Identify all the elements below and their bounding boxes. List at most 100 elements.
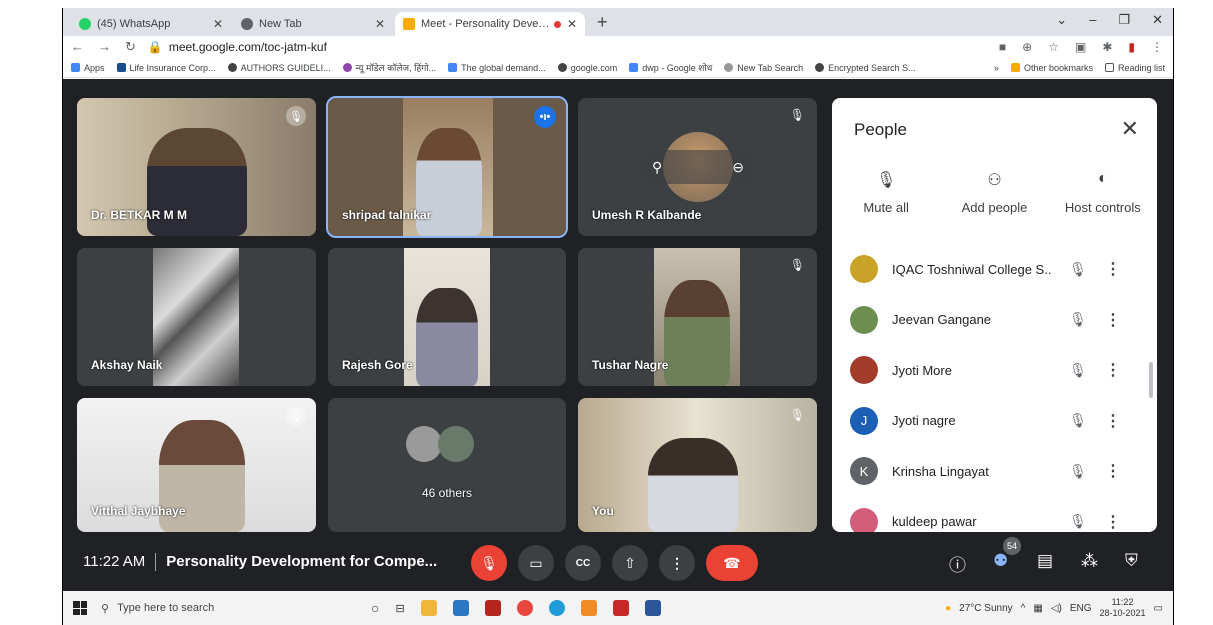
profile-icon[interactable]: ▮ xyxy=(1128,40,1135,54)
weather-text[interactable]: 27°C Sunny xyxy=(959,603,1012,614)
list-item[interactable]: Jeevan Gangane 🎙 ⋮ xyxy=(832,295,1157,346)
host-controls-icon[interactable]: ⛨ xyxy=(1125,551,1138,571)
cortana-icon[interactable]: ○ xyxy=(371,600,379,616)
muted-mic-icon[interactable]: 🎙 xyxy=(1058,513,1098,530)
tray-chevron-icon[interactable]: ^ xyxy=(1021,603,1026,614)
chrome-icon[interactable] xyxy=(516,600,533,616)
menu-icon[interactable]: ⋮ xyxy=(1151,40,1163,54)
recording-icon xyxy=(553,20,561,28)
bookmark-item[interactable]: Life Insurance Corp... xyxy=(116,63,216,73)
bookmark-item[interactable]: AUTHORS GUIDELI... xyxy=(227,63,331,73)
star-icon[interactable]: ☆ xyxy=(1048,40,1059,54)
taskbar-search[interactable]: ⚲ Type here to search xyxy=(101,602,351,615)
muted-mic-icon[interactable]: 🎙 xyxy=(1058,463,1098,480)
mute-all-button[interactable]: 🎙 Mute all xyxy=(832,170,940,215)
participant-tile[interactable]: Akshay Naik xyxy=(77,248,316,386)
back-icon[interactable]: ← xyxy=(71,39,84,55)
bookmark-item[interactable]: Encrypted Search S... xyxy=(815,63,916,73)
tab-search-icon[interactable]: ⌄ xyxy=(1056,12,1067,28)
extension-icon[interactable]: ▣ xyxy=(1075,40,1086,54)
list-item[interactable]: Jyoti More 🎙 ⋮ xyxy=(832,345,1157,396)
bookmark-item[interactable]: dwp - Google शोध xyxy=(629,61,712,74)
bookmark-item[interactable]: न्यू मॉडेल कॉलेज, हिंगो... xyxy=(342,61,436,74)
list-item[interactable]: J Jyoti nagre 🎙 ⋮ xyxy=(832,396,1157,447)
store-icon[interactable] xyxy=(452,600,469,616)
camera-toggle-button[interactable]: ▭ xyxy=(518,545,554,581)
remove-icon[interactable]: ⊖ xyxy=(732,159,744,176)
tab-whatsapp[interactable]: (45) WhatsApp ✕ xyxy=(71,12,231,36)
acrobat-icon[interactable] xyxy=(612,600,629,616)
muted-mic-icon[interactable]: 🎙 xyxy=(1058,362,1098,379)
close-tab-icon[interactable]: ✕ xyxy=(213,17,223,31)
add-people-button[interactable]: ⚇ Add people xyxy=(940,170,1048,215)
tab-meet[interactable]: Meet - Personality Developm ✕ xyxy=(395,12,585,36)
language-indicator[interactable]: ENG xyxy=(1070,603,1092,614)
more-options-icon[interactable]: ⋮ xyxy=(1098,512,1128,532)
others-tile[interactable]: 46 others xyxy=(328,398,566,532)
present-button[interactable]: ⇧ xyxy=(612,545,648,581)
participant-tile[interactable]: Rajesh Gore xyxy=(328,248,566,386)
more-bookmarks-button[interactable]: » xyxy=(994,63,999,73)
close-window-button[interactable]: ✕ xyxy=(1152,12,1163,28)
reading-list[interactable]: Reading list xyxy=(1104,63,1165,73)
more-options-button[interactable]: ⋮ xyxy=(659,545,695,581)
close-tab-icon[interactable]: ✕ xyxy=(567,17,577,31)
scrollbar[interactable] xyxy=(1149,362,1153,398)
people-icon[interactable]: ⚉ xyxy=(993,551,1008,571)
meeting-details-icon[interactable]: ⓘ xyxy=(949,551,966,576)
muted-mic-icon[interactable]: 🎙 xyxy=(1058,311,1098,328)
close-icon[interactable]: ✕ xyxy=(1121,116,1139,142)
list-item[interactable]: kuldeep pawar 🎙 ⋮ xyxy=(832,497,1157,532)
tab-new-tab[interactable]: New Tab ✕ xyxy=(233,12,393,36)
word-icon[interactable] xyxy=(644,600,661,616)
host-controls-button[interactable]: ◐ Host controls xyxy=(1049,170,1157,215)
participant-tile[interactable]: •ı• shripad talnikar xyxy=(326,96,568,238)
captions-button[interactable]: CC xyxy=(565,545,601,581)
url-field[interactable]: meet.google.com/toc-jatm-kuf xyxy=(169,40,327,54)
bookmark-item[interactable]: New Tab Search xyxy=(724,63,803,73)
clock[interactable]: 11:22 28-10-2021 xyxy=(1100,597,1146,619)
task-view-icon[interactable]: ⊟ xyxy=(395,602,404,615)
zoom-icon[interactable]: ⊕ xyxy=(1022,40,1032,54)
self-tile[interactable]: 🎙 You xyxy=(578,398,817,532)
muted-mic-icon[interactable]: 🎙 xyxy=(1058,261,1098,278)
more-options-icon[interactable]: ⋮ xyxy=(1098,461,1128,481)
bookmark-item[interactable]: The global demand... xyxy=(448,63,546,73)
participant-tile[interactable]: 🎙 Dr. BETKAR M M xyxy=(77,98,316,236)
forward-icon[interactable]: → xyxy=(98,39,111,55)
more-options-icon[interactable]: ⋮ xyxy=(1098,411,1128,431)
notifications-icon[interactable]: ▭ xyxy=(1154,603,1163,614)
file-explorer-icon[interactable] xyxy=(420,600,437,616)
more-options-icon[interactable]: ⋮ xyxy=(1098,259,1128,279)
participant-tile[interactable]: 🎙 Tushar Nagre xyxy=(578,248,817,386)
leave-call-button[interactable]: ☎ xyxy=(706,545,758,581)
bookmark-apps[interactable]: Apps xyxy=(71,63,105,73)
vlc-icon[interactable] xyxy=(580,600,597,616)
new-tab-button[interactable]: + xyxy=(587,12,618,36)
chat-icon[interactable]: ▤ xyxy=(1037,551,1053,571)
participant-tile[interactable]: ⚲ ⊖ 🎙 Umesh R Kalbande xyxy=(578,98,817,236)
participant-tile[interactable]: 🎙 Vitthal Jaybhaye xyxy=(77,398,316,532)
volume-icon[interactable]: ◁) xyxy=(1051,603,1062,614)
muted-mic-icon[interactable]: 🎙 xyxy=(1058,412,1098,429)
more-options-icon[interactable]: ⋮ xyxy=(1098,310,1128,330)
puzzle-icon[interactable]: ✱ xyxy=(1102,40,1112,54)
more-options-icon[interactable]: ⋮ xyxy=(1098,360,1128,380)
bookmark-item[interactable]: google.com xyxy=(557,63,617,73)
app-icon[interactable] xyxy=(484,600,501,616)
minimize-button[interactable]: – xyxy=(1089,12,1096,28)
list-item[interactable]: K Krinsha Lingayat 🎙 ⋮ xyxy=(832,446,1157,497)
edge-icon[interactable] xyxy=(548,600,565,616)
list-item[interactable]: IQAC Toshniwal College S... 🎙 ⋮ xyxy=(832,244,1157,295)
reload-icon[interactable]: ↻ xyxy=(125,39,136,55)
close-tab-icon[interactable]: ✕ xyxy=(375,17,385,31)
other-bookmarks[interactable]: Other bookmarks xyxy=(1010,63,1093,73)
maximize-button[interactable]: ❐ xyxy=(1118,12,1130,28)
windows-start-icon[interactable] xyxy=(73,601,87,615)
mic-toggle-button[interactable]: 🎙 xyxy=(471,545,507,581)
network-icon[interactable]: ▦ xyxy=(1033,603,1042,614)
activities-icon[interactable]: ⁂ xyxy=(1081,551,1098,571)
camera-icon[interactable]: ■ xyxy=(999,40,1006,54)
pin-icon[interactable]: ⚲ xyxy=(652,159,662,176)
lock-icon[interactable]: 🔒 xyxy=(148,40,163,54)
